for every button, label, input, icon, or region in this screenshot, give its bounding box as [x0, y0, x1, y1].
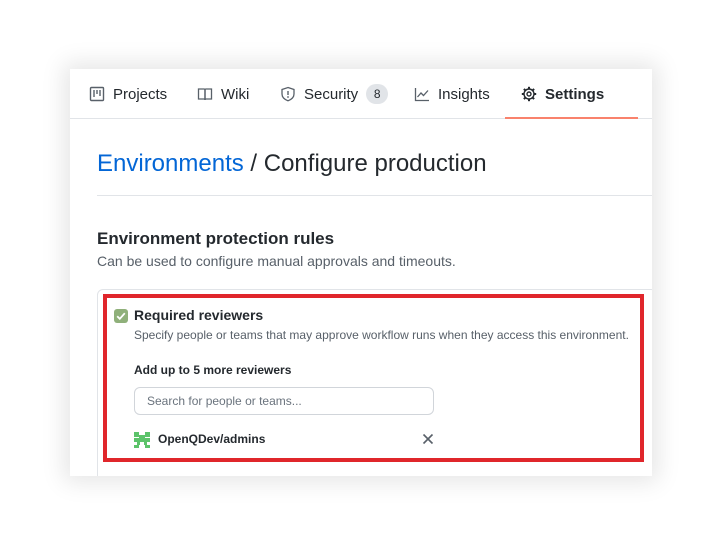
page-title: Environments / Configure production: [97, 150, 487, 178]
tab-wiki[interactable]: Wiki: [197, 69, 249, 119]
settings-page: Projects Wiki Security 8 Insights Settin…: [70, 69, 652, 476]
breadcrumb-separator: /: [243, 150, 264, 177]
screenshot-stage: Projects Wiki Security 8 Insights Settin…: [0, 0, 722, 546]
shield-icon: [280, 86, 296, 102]
tab-insights[interactable]: Insights: [414, 69, 490, 119]
add-reviewers-label: Add up to 5 more reviewers: [134, 363, 292, 377]
breadcrumb-current: Configure production: [263, 150, 487, 177]
required-reviewers-description: Specify people or teams that may approve…: [134, 328, 629, 342]
repo-tab-bar: Projects Wiki Security 8 Insights Settin…: [70, 69, 652, 119]
team-avatar: [134, 432, 150, 448]
tab-label: Projects: [113, 85, 168, 103]
tab-label: Wiki: [221, 85, 250, 103]
required-reviewers-checkbox[interactable]: [114, 309, 128, 323]
graph-icon: [414, 86, 430, 102]
checkmark-icon: [116, 312, 126, 321]
reviewer-search-input[interactable]: [134, 387, 434, 415]
breadcrumb-environments-link[interactable]: Environments: [97, 150, 244, 177]
reviewer-name: OpenQDev/admins: [158, 432, 266, 446]
divider: [97, 195, 652, 196]
book-icon: [197, 86, 213, 102]
tab-security[interactable]: Security 8: [280, 69, 389, 119]
security-alert-count: 8: [366, 84, 389, 104]
project-board-icon: [89, 86, 105, 102]
tab-projects[interactable]: Projects: [89, 69, 167, 119]
close-icon: [422, 433, 434, 445]
section-title: Environment protection rules: [97, 229, 335, 248]
required-reviewers-title: Required reviewers: [134, 307, 264, 323]
gear-icon: [521, 86, 537, 102]
tab-settings[interactable]: Settings: [504, 69, 639, 119]
section-description: Can be used to configure manual approval…: [97, 253, 456, 269]
reviewer-list-item: OpenQDev/admins: [134, 431, 434, 449]
remove-reviewer-button[interactable]: [420, 431, 436, 447]
tab-label: Security: [304, 85, 359, 103]
tab-label: Settings: [545, 85, 605, 103]
tab-label: Insights: [438, 85, 490, 103]
